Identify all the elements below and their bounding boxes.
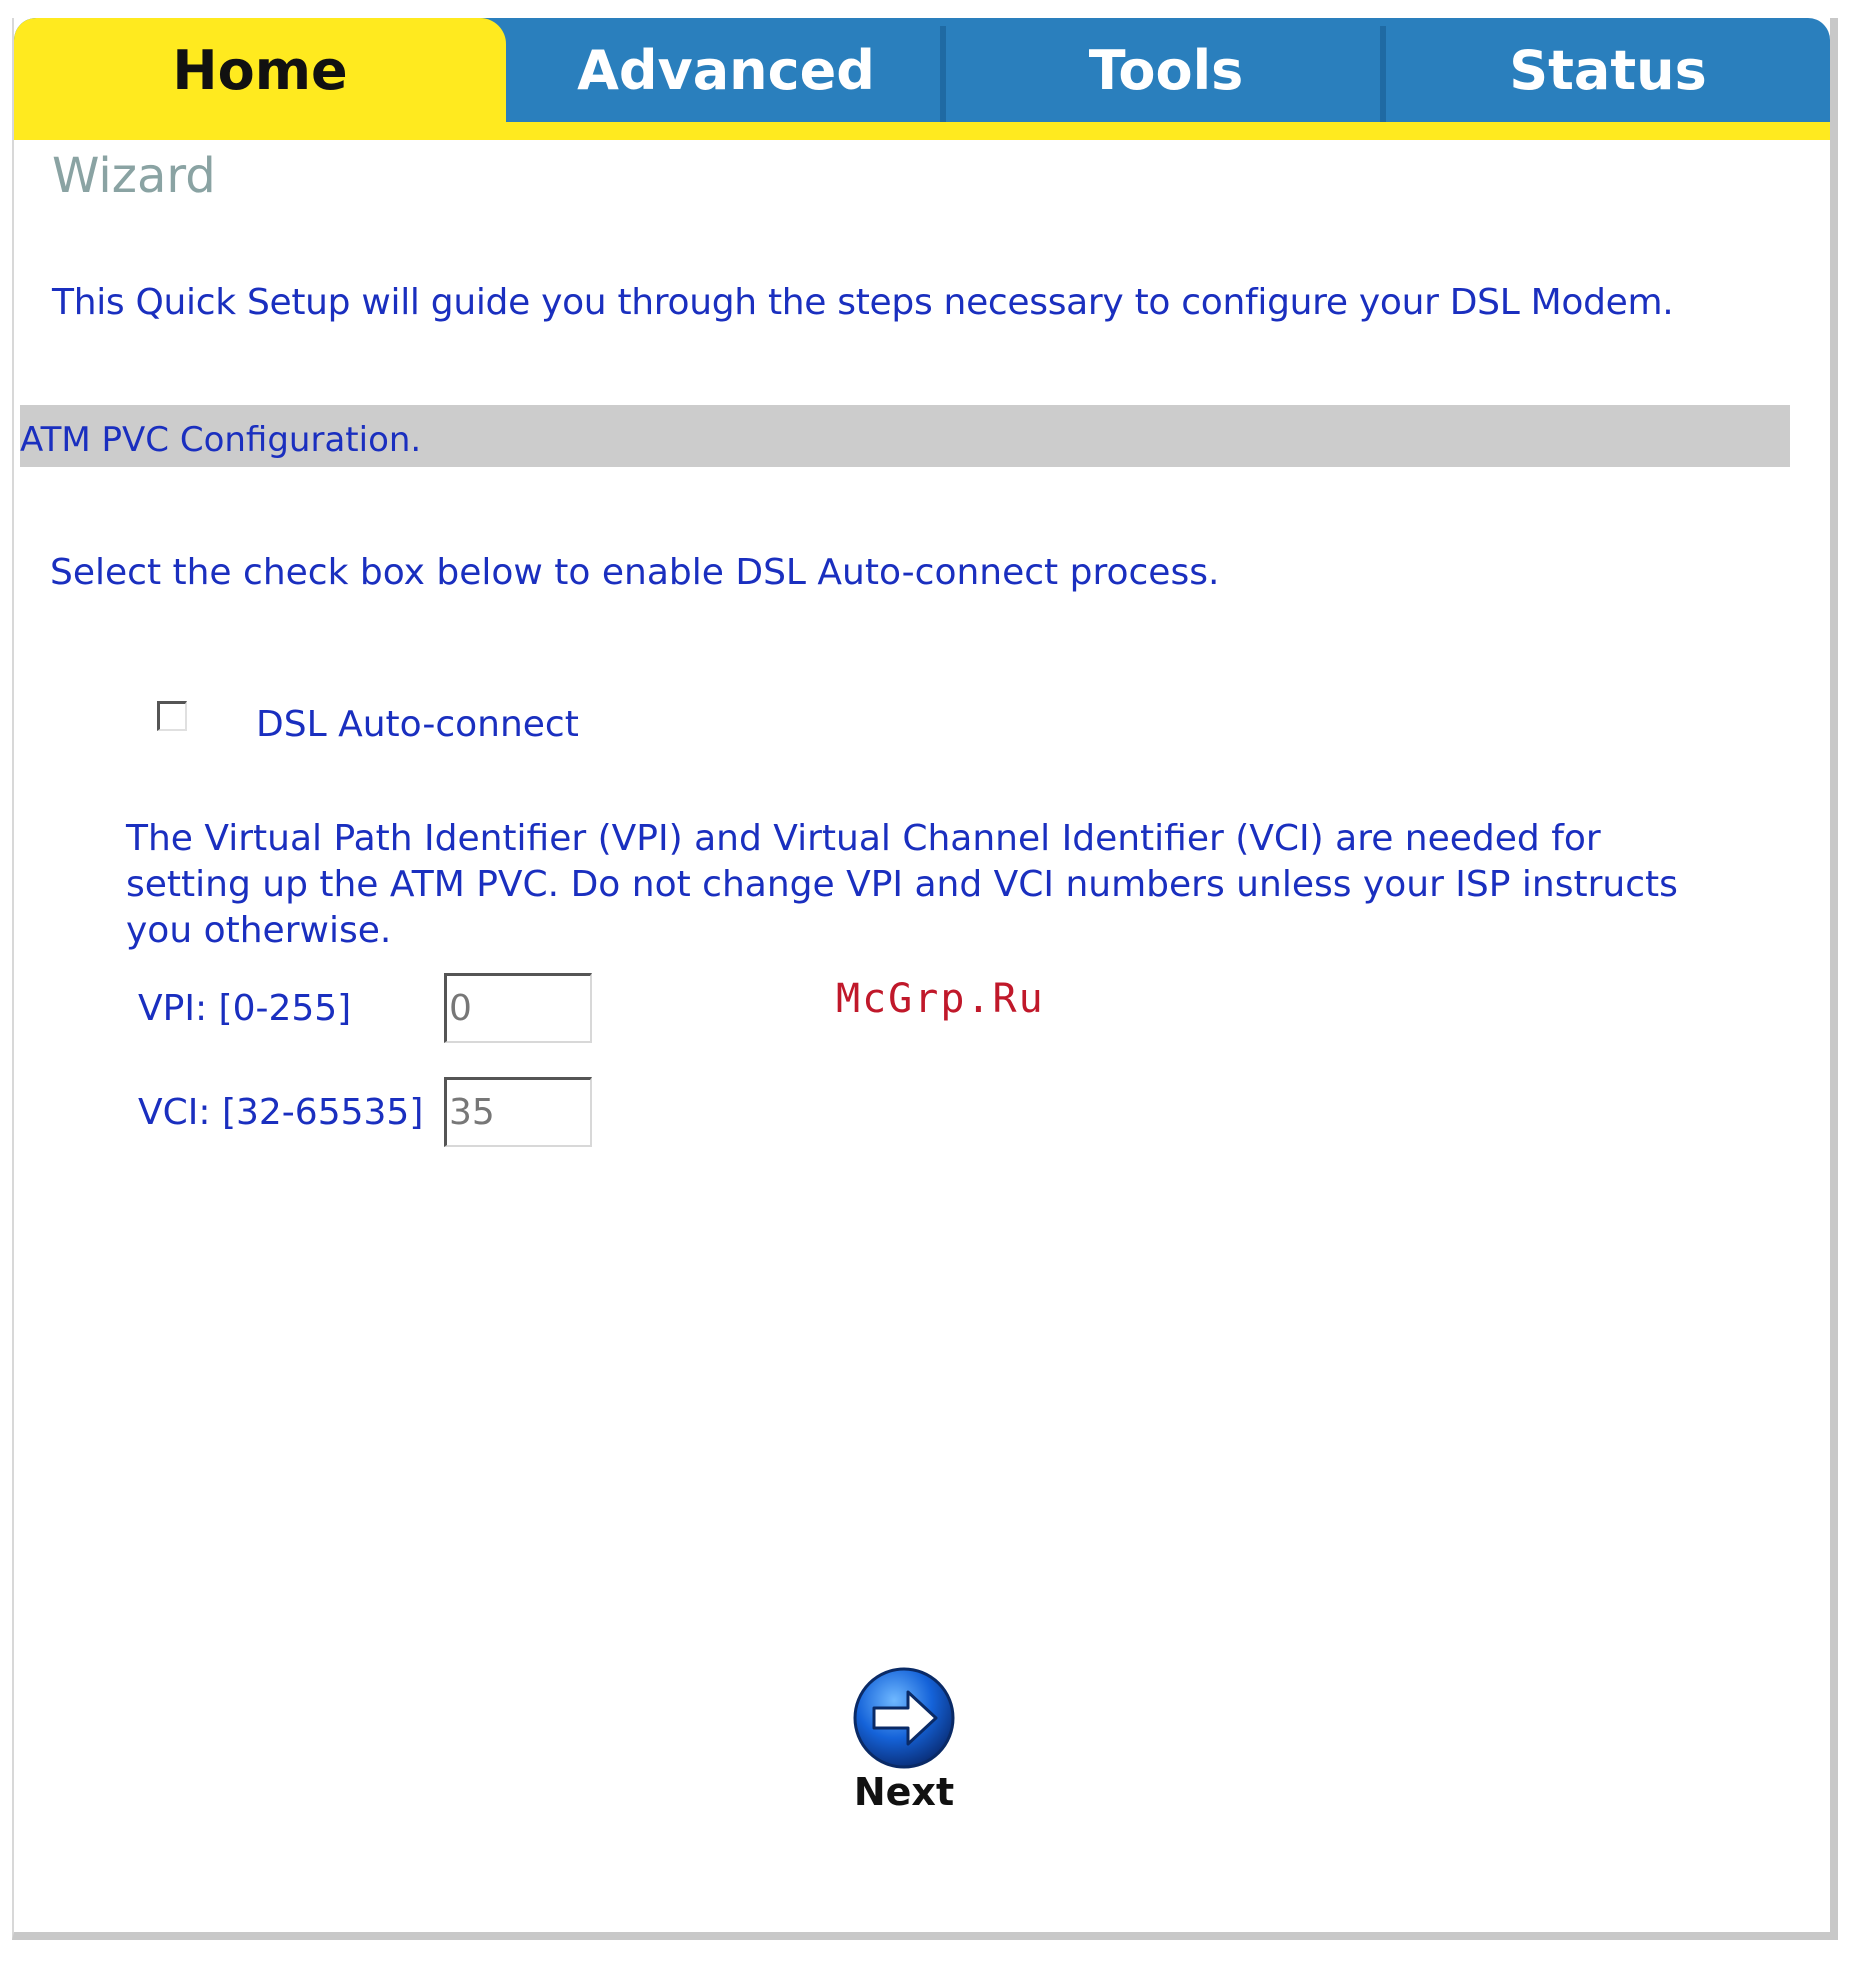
dsl-autoconnect-checkbox[interactable] [157, 701, 187, 731]
vci-label: VCI: [32-65535] [138, 1092, 424, 1133]
vpi-label: VPI: [0-255] [138, 988, 352, 1029]
dsl-autoconnect-label: DSL Auto-connect [256, 704, 579, 745]
tab-status-label: Status [1509, 38, 1707, 102]
tab-status[interactable]: Status [1386, 18, 1830, 122]
tab-tools-label: Tools [1088, 38, 1244, 102]
tab-home-label: Home [172, 38, 348, 102]
section-title: ATM PVC Configuration. [20, 420, 422, 460]
tab-advanced[interactable]: Advanced [506, 18, 946, 122]
tab-home[interactable]: Home [14, 18, 506, 122]
next-button[interactable]: Next [834, 1666, 974, 1826]
vpi-input[interactable] [444, 973, 592, 1043]
tab-underline [14, 122, 1830, 140]
tab-bar: Home Advanced Tools Status [14, 18, 1830, 122]
main-frame: Home Advanced Tools Status Wizard This Q… [12, 18, 1838, 1940]
intro-text: This Quick Setup will guide you through … [52, 282, 1674, 323]
watermark-text: McGrp.Ru [836, 976, 1045, 1022]
next-label: Next [853, 1770, 955, 1814]
arrow-right-circle-icon [853, 1667, 955, 1769]
tab-tools[interactable]: Tools [946, 18, 1386, 122]
autoconnect-instruction: Select the check box below to enable DSL… [50, 552, 1220, 593]
page-title: Wizard [52, 148, 216, 204]
tab-advanced-label: Advanced [577, 38, 875, 102]
vci-input[interactable] [444, 1077, 592, 1147]
vpi-vci-description: The Virtual Path Identifier (VPI) and Vi… [126, 818, 1678, 951]
